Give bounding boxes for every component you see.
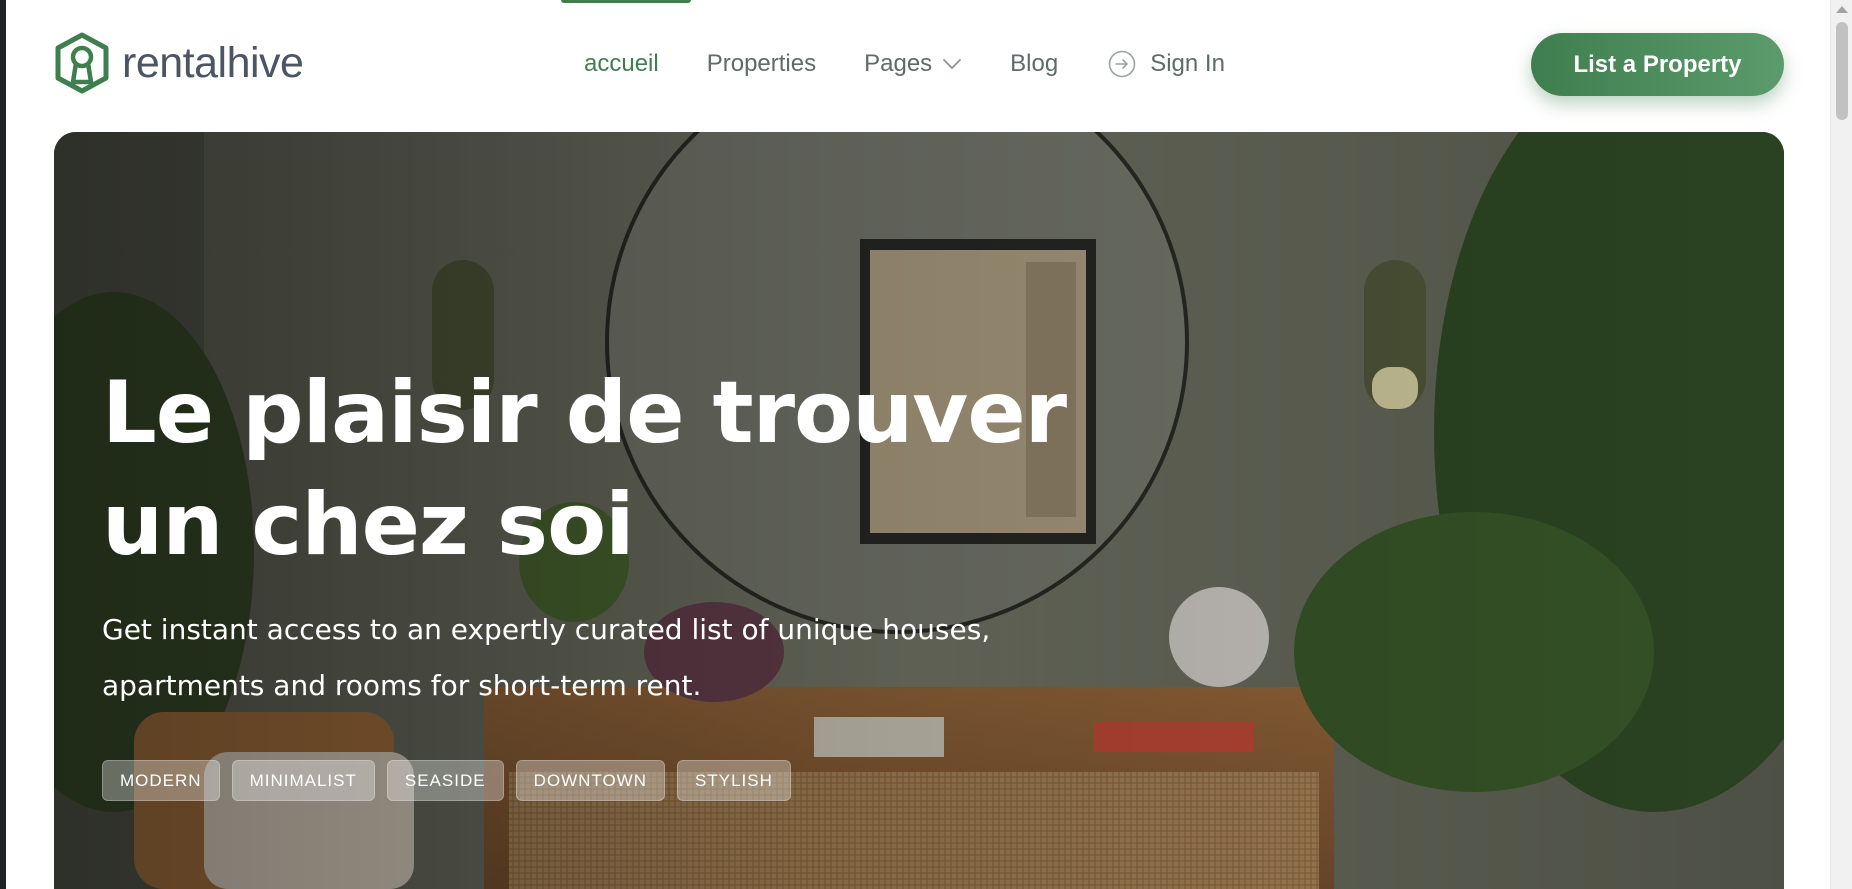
hero-title-line-2: un chez soi (102, 475, 635, 575)
hero-subtitle-line-2: apartments and rooms for short-term rent… (102, 669, 702, 702)
nav-item-pages[interactable]: Pages (864, 50, 962, 78)
style-tags: MODERN MINIMALIST SEASIDE DOWNTOWN STYLI… (102, 760, 791, 801)
active-nav-indicator (561, 0, 691, 3)
nav-item-properties[interactable]: Properties (707, 50, 816, 78)
tag-seaside[interactable]: SEASIDE (386, 760, 504, 801)
hero-title-line-1: Le plaisir de trouver (102, 363, 1067, 463)
hero-banner: Le plaisir de trouver un chez soi Get in… (54, 132, 1784, 889)
brand-name: rentalhive (122, 38, 304, 87)
hero-title: Le plaisir de trouver un chez soi (102, 357, 1102, 581)
nav-item-accueil[interactable]: accueil (584, 50, 659, 78)
scroll-up-arrow-icon[interactable] (1836, 6, 1848, 13)
hero-subtitle: Get instant access to an expertly curate… (102, 602, 1102, 714)
chevron-down-icon (943, 59, 962, 69)
tag-modern[interactable]: MODERN (102, 760, 220, 801)
nav-item-sign-in-label: Sign In (1150, 50, 1225, 77)
nav-item-sign-in[interactable]: Sign In (1108, 50, 1225, 78)
brand-logo[interactable]: rentalhive (54, 32, 304, 94)
nav-item-blog[interactable]: Blog (1010, 50, 1058, 78)
main-nav: accueil Properties Pages Blog Sign In (584, 44, 1225, 84)
tag-stylish[interactable]: STYLISH (677, 760, 791, 801)
scrollbar-thumb[interactable] (1836, 22, 1848, 120)
nav-item-pages-label: Pages (864, 50, 933, 77)
list-property-button[interactable]: List a Property (1531, 33, 1784, 96)
keyhole-hexagon-icon (55, 32, 109, 94)
vertical-scrollbar[interactable] (1830, 0, 1852, 889)
window-frame (0, 0, 6, 889)
sign-in-icon (1108, 50, 1136, 78)
hero-subtitle-line-1: Get instant access to an expertly curate… (102, 613, 991, 646)
tag-minimalist[interactable]: MINIMALIST (231, 760, 375, 801)
site-header: rentalhive accueil Properties Pages Blog… (6, 0, 1830, 130)
tag-downtown[interactable]: DOWNTOWN (515, 760, 666, 801)
